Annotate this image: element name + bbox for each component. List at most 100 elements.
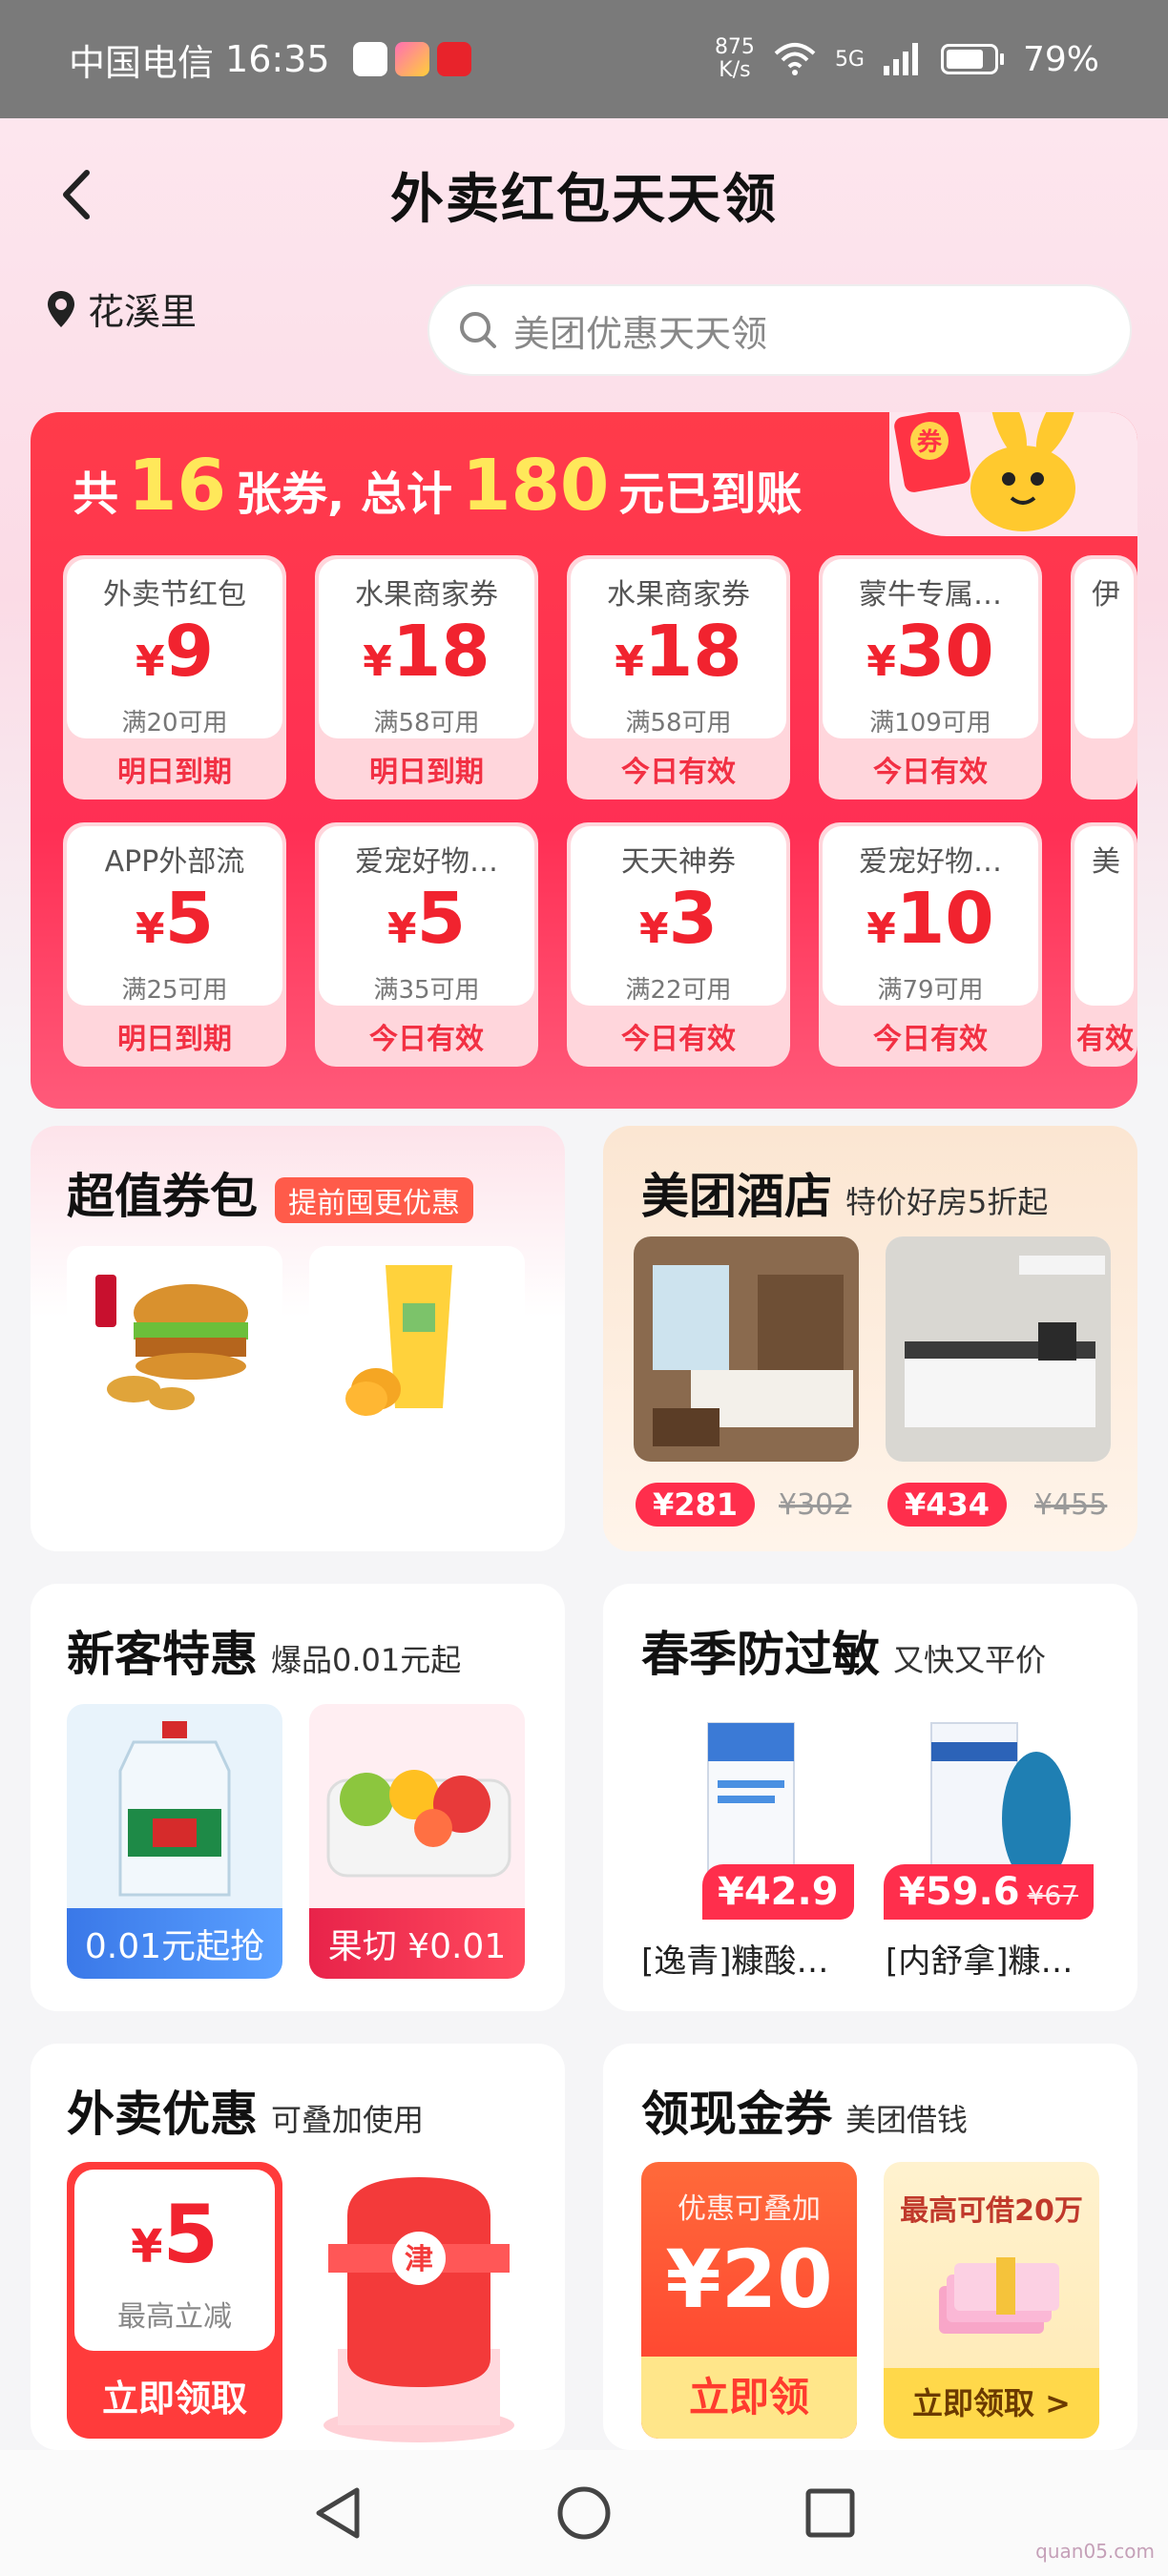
home-circle-icon[interactable] bbox=[555, 2484, 613, 2542]
cash-coupon-card[interactable]: 领现金券 美团借钱 优惠可叠加 ¥20 立即领 最高可借20万 立即领取 > bbox=[603, 2044, 1137, 2450]
coupon-card-partial[interactable]: 美 有效 bbox=[1071, 822, 1137, 1067]
loan-coupon[interactable]: 最高可借20万 立即领取 > bbox=[884, 2162, 1099, 2439]
hotel-room-image[interactable] bbox=[886, 1236, 1111, 1462]
coupon-summary-headline: 共 16 张券, 总计 180 元已到账 bbox=[73, 445, 803, 527]
battery-percent: 79% bbox=[1022, 39, 1099, 79]
product-name: [内舒拿]糠… bbox=[886, 1942, 1074, 1981]
back-button[interactable] bbox=[38, 156, 115, 233]
loan-claim-button[interactable]: 立即领取 > bbox=[884, 2368, 1099, 2439]
page-header: 外卖红包天天领 bbox=[0, 118, 1168, 271]
network-type: 5G bbox=[834, 47, 865, 72]
coupon-condition: 满79可用 bbox=[877, 976, 984, 1005]
coupon-expiry: 明日到期 bbox=[369, 756, 484, 789]
allergy-card[interactable]: 春季防过敏 又快又平价 ¥42.9 ¥59.6 ¥67 [逸青]糠酸… [内舒拿]糠… bbox=[603, 1584, 1137, 2011]
coupon-amount: ¥9 bbox=[135, 611, 215, 693]
coupon-name: 外卖节红包 bbox=[103, 578, 246, 611]
coupon-card[interactable]: 爱宠好物… ¥10 满79可用 今日有效 bbox=[819, 822, 1042, 1067]
chevron-left-icon bbox=[63, 170, 90, 219]
coupon-card[interactable]: 水果商家券 ¥18 满58可用 今日有效 bbox=[567, 555, 790, 800]
new-customer-card[interactable]: 新客特惠 爆品0.01元起 0.01元起抢 果切 ¥0.01 bbox=[31, 1584, 565, 2011]
coupon-card[interactable]: 爱宠好物… ¥5 满35可用 今日有效 bbox=[315, 822, 538, 1067]
status-bar: 中国电信 16:35 875 K/s 5G 79% bbox=[0, 0, 1168, 118]
coupon-name: 水果商家券 bbox=[607, 578, 750, 611]
coupon-amount: ¥5 bbox=[135, 878, 215, 960]
fruit-label: 果切 ¥0.01 bbox=[309, 1908, 525, 1979]
location-label: 花溪里 bbox=[88, 291, 198, 333]
coupon-expiry: 今日有效 bbox=[873, 1023, 988, 1056]
fruit-cup-image[interactable]: 果切 ¥0.01 bbox=[309, 1704, 525, 1979]
hotel-room-image[interactable] bbox=[634, 1236, 859, 1462]
hotel-room-icon bbox=[886, 1236, 1111, 1462]
mango-drink-image[interactable] bbox=[309, 1246, 525, 1437]
coupon-card[interactable]: 蒙牛专属… ¥30 满109可用 今日有效 bbox=[819, 555, 1042, 800]
coupon-expiry: 今日有效 bbox=[621, 756, 736, 789]
coupon-condition: 满20可用 bbox=[121, 709, 228, 737]
coupon-card[interactable]: 天天神券 ¥3 满22可用 今日有效 bbox=[567, 822, 790, 1067]
app-notification-icon bbox=[394, 42, 429, 76]
coupon-name: 天天神券 bbox=[621, 845, 736, 878]
card-title: 外卖优惠 可叠加使用 bbox=[67, 2087, 425, 2142]
jar-label: 津 bbox=[405, 2243, 433, 2276]
takeout-deal-card[interactable]: 外卖优惠 可叠加使用 ¥5 最高立减 立即领取 津 bbox=[31, 2044, 565, 2450]
location-pin-icon bbox=[48, 290, 74, 327]
recents-square-icon[interactable] bbox=[803, 2486, 857, 2540]
coupon-name: 美 bbox=[1092, 845, 1120, 879]
cash-coupon[interactable]: 优惠可叠加 ¥20 立即领 bbox=[641, 2162, 857, 2439]
product-price: ¥42.9 bbox=[702, 1864, 854, 1920]
takeout-coupon[interactable]: ¥5 最高立减 立即领取 bbox=[67, 2162, 282, 2439]
loan-label: 最高可借20万 bbox=[900, 2194, 1083, 2228]
money-stack-icon bbox=[939, 2257, 1059, 2334]
product-price: ¥59.6 ¥67 bbox=[884, 1864, 1094, 1920]
coupon-condition: 满58可用 bbox=[625, 709, 732, 737]
coupon-row: 外卖节红包 ¥9 满20可用 明日到期 水果商家券 ¥18 满58可用 明日到期… bbox=[63, 555, 1137, 800]
app-notification-icon bbox=[352, 42, 387, 76]
hotel-price: ¥281 bbox=[636, 1483, 756, 1527]
heart-app-icon bbox=[436, 42, 471, 76]
drink-icon bbox=[345, 1265, 452, 1416]
search-placeholder: 美团优惠天天领 bbox=[513, 312, 768, 355]
coupon-amount: ¥5 bbox=[386, 878, 467, 960]
coupon-amount: ¥30 bbox=[866, 611, 994, 693]
coupon-name: 水果商家券 bbox=[355, 578, 498, 611]
burger-icon bbox=[95, 1275, 248, 1410]
hotel-card[interactable]: 美团酒店 特价好房5折起 ¥281 ¥302 ¥434 ¥455 bbox=[603, 1126, 1137, 1551]
coupon-condition: 满25可用 bbox=[121, 976, 228, 1005]
water-bottle-image[interactable]: 0.01元起抢 bbox=[67, 1704, 282, 1979]
coupon-summary-panel: 共 16 张券, 总计 180 元已到账 券 外卖节红包 ¥9 满20可用 明日… bbox=[31, 412, 1137, 1109]
hotel-room-icon bbox=[634, 1236, 859, 1462]
coupon-amount: ¥10 bbox=[866, 878, 994, 960]
back-triangle-icon[interactable] bbox=[311, 2484, 365, 2542]
coupon-card[interactable]: APP外部流 ¥5 满25可用 明日到期 bbox=[63, 822, 286, 1067]
search-input[interactable]: 美团优惠天天领 bbox=[428, 284, 1132, 376]
takeout-note: 最高立减 bbox=[117, 2300, 232, 2334]
notification-icons bbox=[352, 42, 471, 76]
coupon-card[interactable]: 水果商家券 ¥18 满58可用 明日到期 bbox=[315, 555, 538, 800]
coupon-name: 蒙牛专属… bbox=[859, 578, 1002, 611]
takeout-amount: 5 bbox=[162, 2188, 219, 2281]
value-pack-card[interactable]: 超值券包 提前囤更优惠 bbox=[31, 1126, 565, 1551]
coupon-amount: ¥18 bbox=[615, 611, 742, 693]
location-selector[interactable]: 花溪里 bbox=[46, 282, 197, 335]
coupon-card[interactable]: 外卖节红包 ¥9 满20可用 明日到期 bbox=[63, 555, 286, 800]
coupon-row: APP外部流 ¥5 满25可用 明日到期 爱宠好物… ¥5 满35可用 今日有效… bbox=[63, 822, 1137, 1067]
coupon-expiry: 明日到期 bbox=[117, 756, 232, 789]
page-title: 外卖红包天天领 bbox=[390, 168, 778, 231]
coupon-amount: ¥18 bbox=[363, 611, 490, 693]
coupon-name: APP外部流 bbox=[104, 845, 245, 878]
card-title: 领现金券 美团借钱 bbox=[641, 2087, 969, 2142]
coupon-card-partial[interactable]: 伊 bbox=[1071, 555, 1137, 800]
wifi-icon bbox=[774, 43, 816, 75]
claim-button[interactable]: 立即领取 bbox=[67, 2369, 282, 2421]
coupon-name: 爱宠好物… bbox=[355, 845, 498, 878]
coupon-condition: 满58可用 bbox=[373, 709, 480, 737]
claim-now-button[interactable]: 立即领 bbox=[641, 2357, 857, 2439]
coupon-expiry: 今日有效 bbox=[369, 1023, 484, 1056]
coupon-condition: 满35可用 bbox=[373, 976, 480, 1005]
hotel-old-price: ¥455 bbox=[1034, 1488, 1108, 1522]
signal-icon bbox=[883, 43, 918, 75]
mascot-icon: 券 bbox=[894, 412, 1077, 531]
search-icon bbox=[460, 312, 496, 348]
coupon-count: 16 bbox=[128, 445, 226, 527]
coupon-expiry: 今日有效 bbox=[873, 756, 988, 789]
burger-image[interactable] bbox=[67, 1246, 282, 1437]
